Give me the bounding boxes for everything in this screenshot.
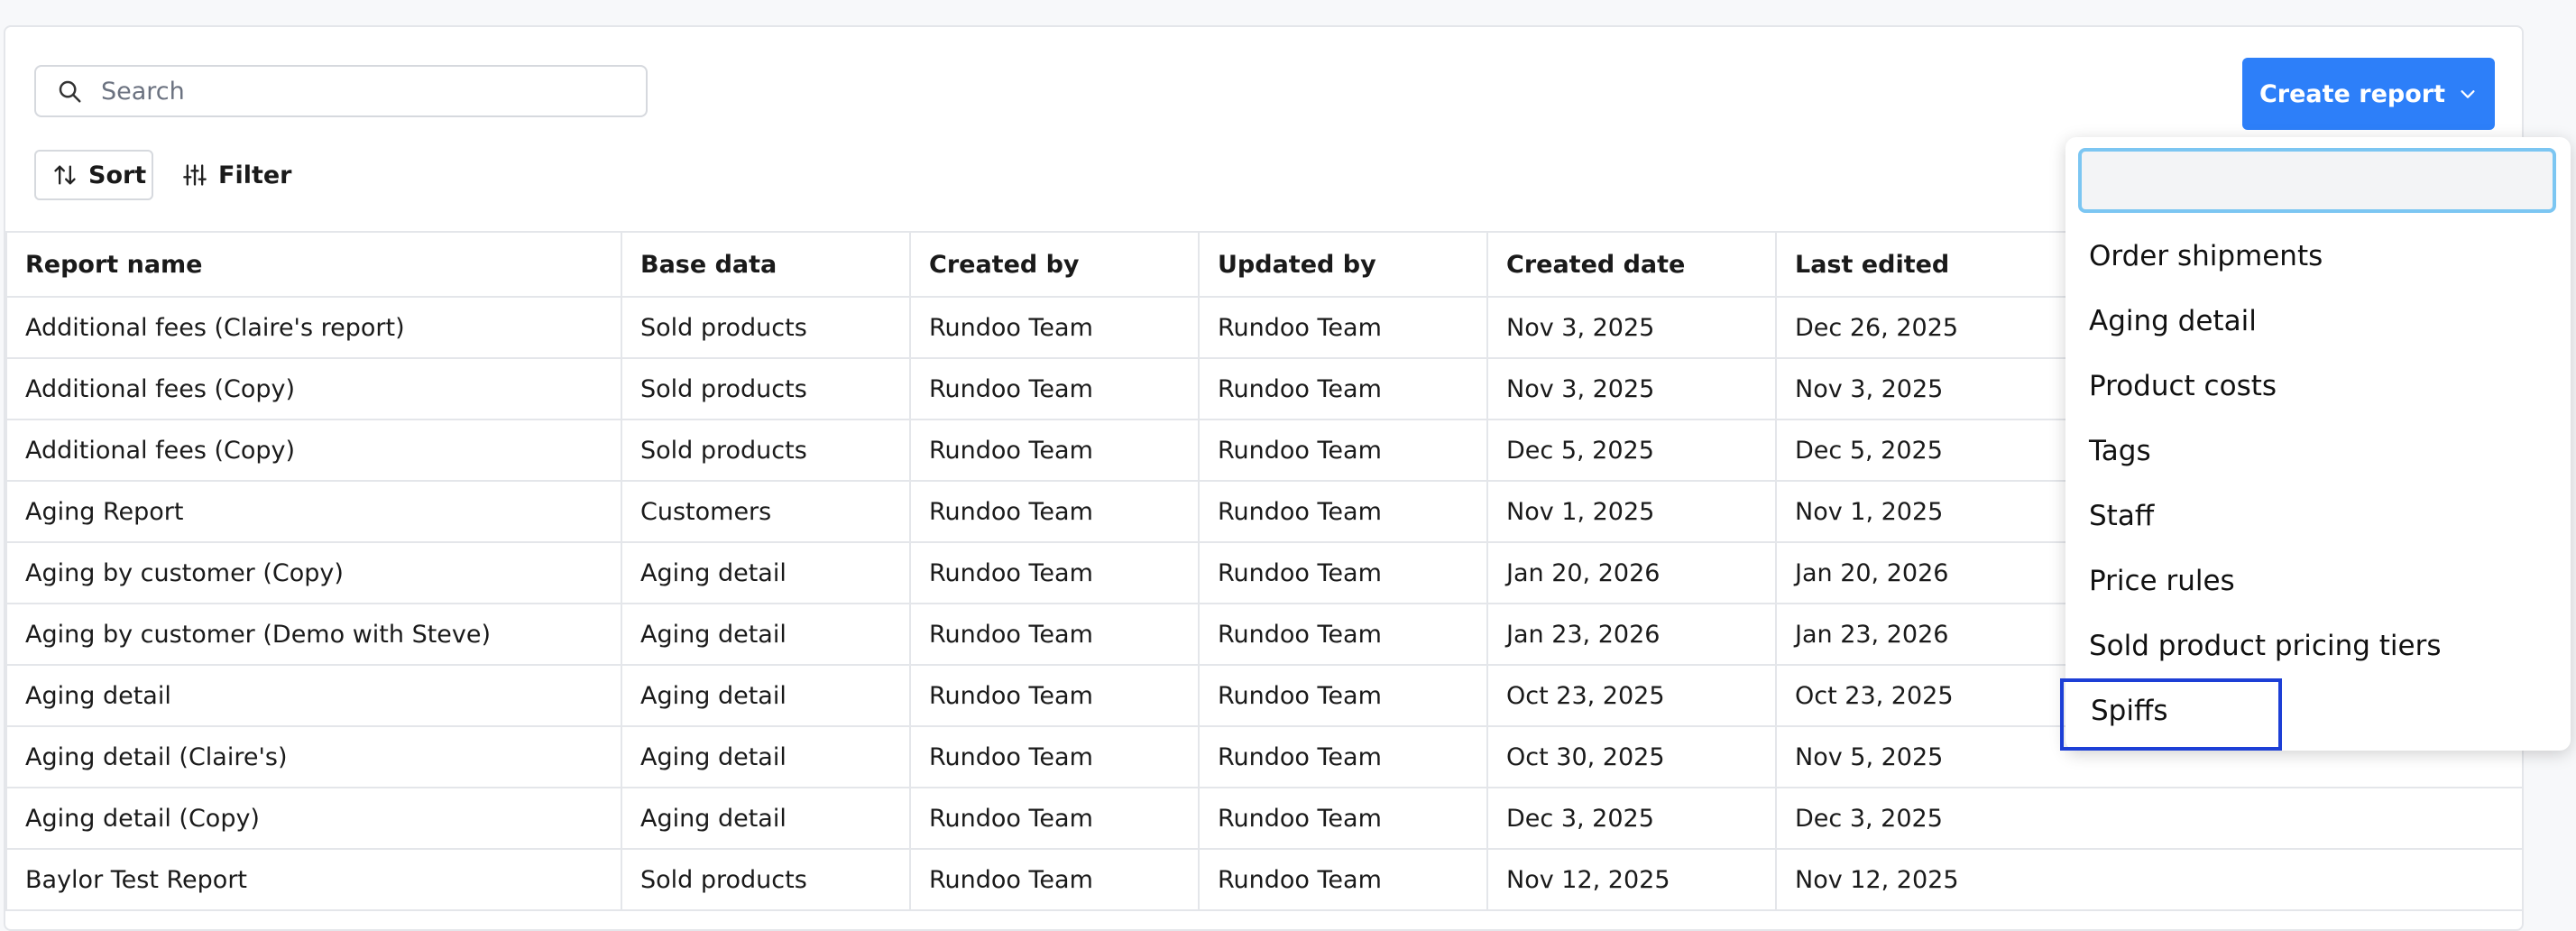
cell-base-data: Aging detail	[621, 541, 911, 604]
column-header-base-data[interactable]: Base data	[621, 231, 911, 298]
cell-report-name[interactable]: Aging Report	[5, 480, 622, 543]
cell-report-name[interactable]: Additional fees (Copy)	[5, 357, 622, 420]
cell-report-name[interactable]: Aging detail (Copy)	[5, 787, 622, 850]
dropdown-item-product-costs[interactable]: Product costs	[2065, 354, 2571, 419]
cell-updated-by: Rundoo Team	[1198, 357, 1488, 420]
cell-base-data: Aging detail	[621, 664, 911, 727]
cell-report-name[interactable]: Aging by customer (Copy)	[5, 541, 622, 604]
dropdown-item-aging-detail[interactable]: Aging detail	[2065, 289, 2571, 354]
cell-base-data: Aging detail	[621, 603, 911, 666]
cell-created-by: Rundoo Team	[909, 848, 1200, 911]
cell-created-date: Oct 23, 2025	[1486, 664, 1777, 727]
cell-created-by: Rundoo Team	[909, 541, 1200, 604]
cell-report-name[interactable]: Additional fees (Copy)	[5, 419, 622, 482]
cell-created-by: Rundoo Team	[909, 725, 1200, 788]
cell-created-by: Rundoo Team	[909, 296, 1200, 359]
column-header-created-date[interactable]: Created date	[1486, 231, 1777, 298]
cell-report-name[interactable]: Aging detail (Claire's)	[5, 725, 622, 788]
cell-created-by: Rundoo Team	[909, 419, 1200, 482]
cell-base-data: Customers	[621, 480, 911, 543]
dropdown-item-staff[interactable]: Staff	[2065, 484, 2571, 548]
cell-report-name[interactable]: Aging by customer (Demo with Steve)	[5, 603, 622, 666]
cell-base-data: Sold products	[621, 296, 911, 359]
cell-created-by: Rundoo Team	[909, 787, 1200, 850]
cell-created-date: Nov 1, 2025	[1486, 480, 1777, 543]
cell-created-date: Nov 12, 2025	[1486, 848, 1777, 911]
cell-created-by: Rundoo Team	[909, 480, 1200, 543]
filter-label: Filter	[218, 161, 292, 189]
create-report-label: Create report	[2259, 79, 2445, 108]
chevron-down-icon	[2458, 84, 2478, 104]
dropdown-search-input[interactable]	[2078, 148, 2556, 213]
search-box[interactable]	[34, 65, 648, 117]
cell-report-name[interactable]: Additional fees (Claire's report)	[5, 296, 622, 359]
cell-updated-by: Rundoo Team	[1198, 848, 1488, 911]
column-header-report-name[interactable]: Report name	[5, 231, 622, 298]
cell-updated-by: Rundoo Team	[1198, 603, 1488, 666]
cell-updated-by: Rundoo Team	[1198, 664, 1488, 727]
cell-base-data: Aging detail	[621, 725, 911, 788]
cell-base-data: Sold products	[621, 419, 911, 482]
column-header-updated-by[interactable]: Updated by	[1198, 231, 1488, 298]
cell-updated-by: Rundoo Team	[1198, 725, 1488, 788]
cell-created-date: Jan 20, 2026	[1486, 541, 1777, 604]
cell-last-edited: Nov 12, 2025	[1775, 848, 2522, 911]
dropdown-item-spiffs[interactable]: Spiffs	[2060, 678, 2282, 751]
cell-created-date: Jan 23, 2026	[1486, 603, 1777, 666]
cell-report-name[interactable]: Baylor Test Report	[5, 848, 622, 911]
cell-created-by: Rundoo Team	[909, 664, 1200, 727]
cell-created-by: Rundoo Team	[909, 357, 1200, 420]
dropdown-list: Order shipments Aging detail Product cos…	[2060, 224, 2571, 751]
cell-created-date: Nov 3, 2025	[1486, 296, 1777, 359]
cell-updated-by: Rundoo Team	[1198, 480, 1488, 543]
sort-arrows-icon	[52, 161, 79, 189]
cell-updated-by: Rundoo Team	[1198, 419, 1488, 482]
create-report-dropdown: Order shipments Aging detail Product cos…	[2060, 137, 2571, 751]
dropdown-item-order-shipments[interactable]: Order shipments	[2065, 224, 2571, 289]
cell-created-date: Nov 3, 2025	[1486, 357, 1777, 420]
column-header-created-by[interactable]: Created by	[909, 231, 1200, 298]
cell-created-date: Dec 5, 2025	[1486, 419, 1777, 482]
cell-updated-by: Rundoo Team	[1198, 541, 1488, 604]
cell-report-name[interactable]: Aging detail	[5, 664, 622, 727]
sort-button[interactable]: Sort	[34, 150, 153, 200]
sliders-icon	[182, 161, 209, 189]
cell-updated-by: Rundoo Team	[1198, 296, 1488, 359]
cell-last-edited: Dec 3, 2025	[1775, 787, 2522, 850]
search-icon	[56, 76, 87, 106]
sort-label: Sort	[88, 161, 147, 189]
create-report-button[interactable]: Create report	[2242, 58, 2495, 130]
cell-base-data: Sold products	[621, 848, 911, 911]
table-row[interactable]: Baylor Test Report Sold products Rundoo …	[5, 848, 2522, 911]
table-row[interactable]: Aging detail (Copy) Aging detail Rundoo …	[5, 787, 2522, 850]
cell-updated-by: Rundoo Team	[1198, 787, 1488, 850]
search-input[interactable]	[99, 76, 608, 106]
dropdown-item-price-rules[interactable]: Price rules	[2065, 548, 2571, 613]
dropdown-item-tags[interactable]: Tags	[2065, 419, 2571, 484]
cell-created-by: Rundoo Team	[909, 603, 1200, 666]
cell-base-data: Aging detail	[621, 787, 911, 850]
cell-base-data: Sold products	[621, 357, 911, 420]
cell-created-date: Oct 30, 2025	[1486, 725, 1777, 788]
filter-button[interactable]: Filter	[182, 150, 299, 200]
cell-created-date: Dec 3, 2025	[1486, 787, 1777, 850]
dropdown-item-sold-product-pricing-tiers[interactable]: Sold product pricing tiers	[2065, 613, 2571, 678]
